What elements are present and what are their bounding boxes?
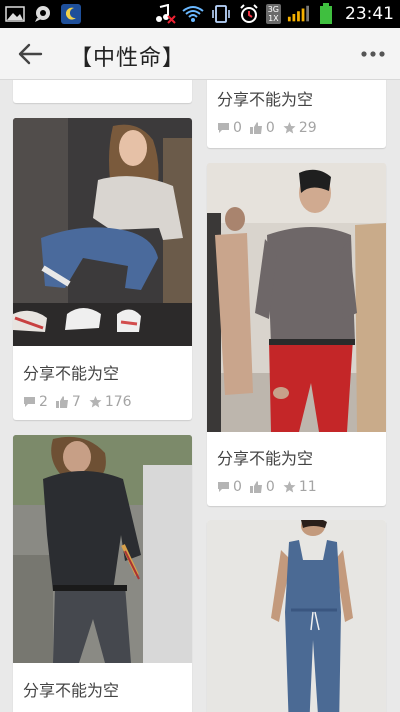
like-count: 0 — [249, 120, 275, 136]
post-caption: 分享不能为空 — [23, 364, 120, 383]
post-photo[interactable] — [207, 520, 386, 712]
vibrate-icon — [210, 3, 232, 25]
status-bar: 3G 1X 23:41 — [0, 0, 400, 28]
like-count: 7 — [55, 394, 81, 410]
post-caption: 分享不能为空 — [23, 681, 120, 700]
post-photo[interactable] — [13, 118, 192, 346]
comment-count: 2 — [23, 394, 48, 410]
chat-bubble-icon — [32, 3, 54, 25]
page-title: 【中性命】 — [70, 46, 186, 71]
thumbs-up-icon — [249, 122, 262, 134]
favorite-count: 176 — [89, 394, 132, 410]
comment-icon — [218, 123, 229, 133]
clock-time: 23:41 — [345, 4, 394, 24]
star-icon — [283, 122, 296, 134]
moon-icon — [60, 3, 82, 25]
comment-count: 0 — [217, 120, 242, 136]
thumbs-up-icon — [249, 481, 262, 493]
post-photo[interactable] — [13, 435, 192, 663]
wifi-icon — [182, 3, 204, 25]
image-icon — [4, 3, 26, 25]
more-horizontal-icon — [361, 51, 385, 57]
alarm-icon — [238, 3, 260, 25]
post-photo[interactable] — [207, 163, 386, 432]
star-icon — [89, 396, 102, 408]
post-card[interactable]: 0 3 35 — [13, 80, 192, 103]
favorite-count: 29 — [283, 120, 317, 136]
post-card[interactable]: 分享不能为空 0 0 29 — [207, 80, 386, 148]
post-stats: 0 0 29 — [217, 120, 321, 136]
post-card[interactable]: 分享不能为空 2 7 176 — [13, 118, 192, 420]
photo-feed[interactable]: 0 3 35 分享不能为空 0 0 29 — [0, 80, 400, 712]
signal-icon — [287, 3, 309, 25]
back-button[interactable] — [12, 38, 48, 70]
network-type-label: 3G 1X — [265, 4, 281, 24]
thumbs-up-icon — [55, 396, 68, 408]
like-count: 0 — [249, 479, 275, 495]
app-bar: 【中性命】 — [0, 28, 400, 80]
post-caption: 分享不能为空 — [217, 90, 314, 109]
comment-icon — [218, 482, 229, 492]
post-stats: 2 7 176 — [23, 394, 136, 410]
post-caption: 分享不能为空 — [217, 449, 314, 468]
post-card[interactable]: 分享不能为空 0 0 11 — [207, 163, 386, 506]
battery-icon — [315, 3, 337, 25]
star-icon — [283, 481, 296, 493]
comment-icon — [24, 397, 35, 407]
more-options-button[interactable] — [358, 42, 388, 66]
post-card[interactable] — [207, 520, 386, 712]
post-card[interactable]: 分享不能为空 — [13, 435, 192, 712]
music-muted-icon — [154, 3, 176, 25]
post-stats: 0 0 11 — [217, 479, 321, 495]
comment-count: 0 — [217, 479, 242, 495]
arrow-left-icon — [18, 43, 43, 65]
favorite-count: 11 — [283, 479, 317, 495]
